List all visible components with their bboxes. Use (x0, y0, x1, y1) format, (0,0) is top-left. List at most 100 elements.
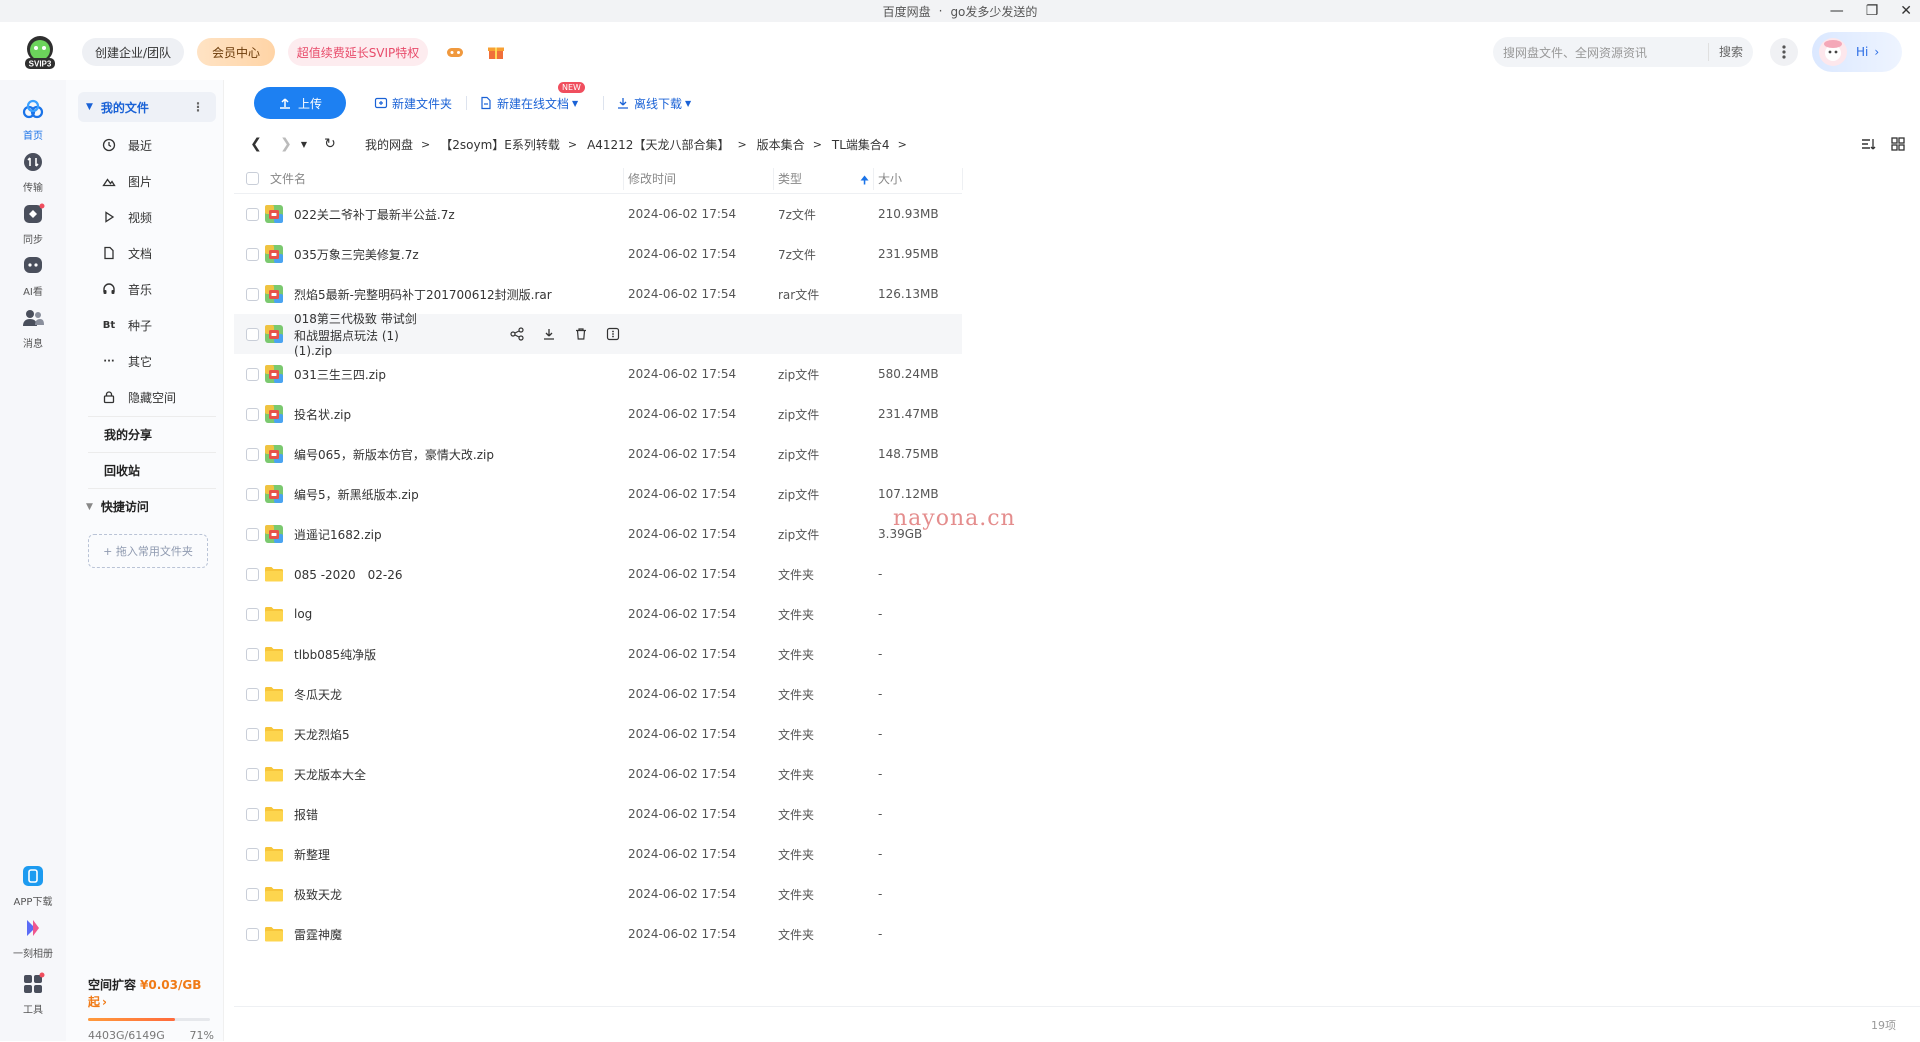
delete-icon[interactable] (574, 327, 588, 341)
file-name[interactable]: 022关二爷补丁最新半公益.7z (294, 206, 455, 223)
gamepad-icon[interactable] (445, 42, 465, 62)
rail-item-messages[interactable]: 消息 (0, 306, 66, 350)
new-online-doc-button[interactable]: 新建在线文档 ▼ (479, 94, 578, 112)
table-row[interactable]: 冬瓜天龙 2024-06-02 17:54 文件夹 - (234, 674, 962, 714)
forward-button[interactable]: ❯ (277, 134, 295, 154)
sidebar-item-my-share[interactable]: 我的分享 (104, 426, 152, 443)
logo-icon[interactable]: SVIP3 (20, 34, 60, 70)
table-row[interactable]: 极致天龙 2024-06-02 17:54 文件夹 - (234, 874, 962, 914)
file-name[interactable]: log (294, 607, 312, 621)
table-row[interactable]: 天龙烈焰5 2024-06-02 17:54 文件夹 - (234, 714, 962, 754)
table-row[interactable]: 雷霆神魔 2024-06-02 17:54 文件夹 - (234, 914, 962, 954)
row-checkbox[interactable] (245, 407, 259, 421)
table-row[interactable]: 报错 2024-06-02 17:54 文件夹 - (234, 794, 962, 834)
svip-renew-promo[interactable]: 超值续费延长SVIP特权 (288, 38, 428, 66)
select-all-checkbox[interactable] (245, 172, 259, 185)
row-checkbox[interactable] (245, 727, 259, 741)
rail-item-home[interactable]: 首页 (0, 98, 66, 142)
history-dropdown-icon[interactable]: ▼ (299, 134, 309, 154)
sidebar-item-documents[interactable]: 文档 (102, 243, 152, 263)
rail-item-sync[interactable]: 同步 (0, 202, 66, 246)
table-row[interactable]: log 2024-06-02 17:54 文件夹 - (234, 594, 962, 634)
file-name[interactable]: 冬瓜天龙 (294, 686, 342, 703)
file-name[interactable]: 新整理 (294, 846, 330, 863)
file-name[interactable]: 031三生三四.zip (294, 366, 386, 383)
new-folder-button[interactable]: 新建文件夹 (374, 94, 452, 112)
sidebar-item-my-files[interactable]: ▼ 我的文件 ⋮ (78, 92, 216, 122)
grid-view-icon[interactable] (1890, 136, 1906, 152)
row-checkbox[interactable] (245, 927, 259, 941)
row-checkbox[interactable] (245, 807, 259, 821)
row-checkbox[interactable] (245, 207, 259, 221)
breadcrumb-item[interactable]: 【2soym】E系列转载 (440, 136, 560, 153)
sidebar-item-videos[interactable]: 视频 (102, 207, 152, 227)
column-header-name[interactable]: 文件名 (270, 170, 620, 187)
row-checkbox[interactable] (245, 247, 259, 261)
share-icon[interactable] (510, 327, 524, 341)
vip-center-button[interactable]: 会员中心 (197, 38, 275, 66)
table-row[interactable]: tlbb085纯净版 2024-06-02 17:54 文件夹 - (234, 634, 962, 674)
quick-access-header[interactable]: ▼ 快捷访问 (86, 498, 149, 515)
row-checkbox[interactable] (245, 567, 259, 581)
breadcrumb-item[interactable]: 我的网盘 (365, 136, 413, 153)
breadcrumb-item[interactable]: TL端集合4 (832, 136, 890, 153)
file-name[interactable]: 投名状.zip (294, 406, 351, 423)
row-checkbox[interactable] (245, 767, 259, 781)
table-row[interactable]: 022关二爷补丁最新半公益.7z 2024-06-02 17:54 7z文件 2… (234, 194, 962, 234)
storage-panel[interactable]: 空间扩容 ¥0.03/GB起 › 4403G/6149G 71% (88, 976, 218, 1042)
minimize-icon[interactable]: — (1830, 3, 1844, 19)
row-checkbox[interactable] (245, 847, 259, 861)
create-team-button[interactable]: 创建企业/团队 (82, 38, 184, 66)
storage-upgrade[interactable]: 空间扩容 ¥0.03/GB起 › (88, 976, 218, 1010)
rail-item-app-download[interactable]: APP下载 (0, 864, 66, 908)
user-avatar-pill[interactable]: Hi › (1812, 32, 1902, 72)
column-header-type[interactable]: 类型 (770, 170, 870, 187)
quick-access-drop-zone[interactable]: + 拖入常用文件夹 (88, 534, 208, 568)
sidebar-item-recycle-bin[interactable]: 回收站 (104, 462, 140, 479)
breadcrumb-item[interactable]: A41212【天龙八部合集】 (587, 136, 729, 153)
refresh-icon[interactable]: ↻ (321, 134, 339, 154)
more-actions-icon[interactable] (606, 327, 620, 341)
file-name[interactable]: 编号065，新版本仿官，豪情大改.zip (294, 446, 494, 463)
file-name[interactable]: 雷霆神魔 (294, 926, 342, 943)
row-checkbox[interactable] (245, 447, 259, 461)
gift-icon[interactable] (486, 42, 506, 62)
rail-item-transfer[interactable]: 传输 (0, 150, 66, 194)
file-name[interactable]: 天龙烈焰5 (294, 726, 350, 743)
file-name[interactable]: 编号5，新黑纸版本.zip (294, 486, 419, 503)
column-header-size[interactable]: 大小 (870, 170, 962, 187)
file-name[interactable]: tlbb085纯净版 (294, 646, 376, 663)
rail-item-ai[interactable]: AI看 (0, 254, 66, 298)
table-row[interactable]: 逍遥记1682.zip 2024-06-02 17:54 zip文件 3.39G… (234, 514, 962, 554)
row-checkbox[interactable] (245, 647, 259, 661)
restore-icon[interactable]: ❐ (1866, 3, 1879, 19)
search-box[interactable]: 搜网盘文件、全网资源资讯 搜索 (1493, 37, 1753, 67)
more-menu-button[interactable] (1770, 38, 1798, 66)
table-row[interactable]: 投名状.zip 2024-06-02 17:54 zip文件 231.47MB (234, 394, 962, 434)
rail-item-tools[interactable]: 工具 (0, 972, 66, 1016)
table-row[interactable]: 烈焰5最新-完整明码补丁201700612封测版.rar 2024-06-02 … (234, 274, 962, 314)
download-icon[interactable] (542, 327, 556, 341)
row-checkbox[interactable] (245, 287, 259, 301)
offline-download-button[interactable]: 离线下载 ▼ (616, 94, 691, 112)
close-icon[interactable]: ✕ (1900, 3, 1912, 19)
file-name[interactable]: 天龙版本大全 (294, 766, 366, 783)
sidebar-item-recent[interactable]: 最近 (102, 135, 152, 155)
table-row[interactable]: 编号5，新黑纸版本.zip 2024-06-02 17:54 zip文件 107… (234, 474, 962, 514)
file-name[interactable]: 035万象三完美修复.7z (294, 246, 419, 263)
back-button[interactable]: ❮ (247, 134, 265, 154)
sidebar-item-music[interactable]: 音乐 (102, 279, 152, 299)
sidebar-item-hidden-space[interactable]: 隐藏空间 (102, 387, 176, 407)
search-input[interactable]: 搜网盘文件、全网资源资讯 (1503, 44, 1647, 61)
row-checkbox[interactable] (245, 367, 259, 381)
row-checkbox[interactable] (245, 887, 259, 901)
sidebar-item-other[interactable]: ··· 其它 (102, 351, 152, 371)
file-name[interactable]: 报错 (294, 806, 318, 823)
table-row[interactable]: 018第三代极致 带试剑和战盟据点玩法 (1)(1).zip (234, 312, 962, 358)
sidebar-item-images[interactable]: 图片 (102, 171, 152, 191)
sort-list-icon[interactable] (1860, 136, 1876, 152)
row-checkbox[interactable] (245, 607, 259, 621)
table-row[interactable]: 天龙版本大全 2024-06-02 17:54 文件夹 - (234, 754, 962, 794)
file-name[interactable]: 极致天龙 (294, 886, 342, 903)
row-checkbox[interactable] (245, 327, 259, 341)
